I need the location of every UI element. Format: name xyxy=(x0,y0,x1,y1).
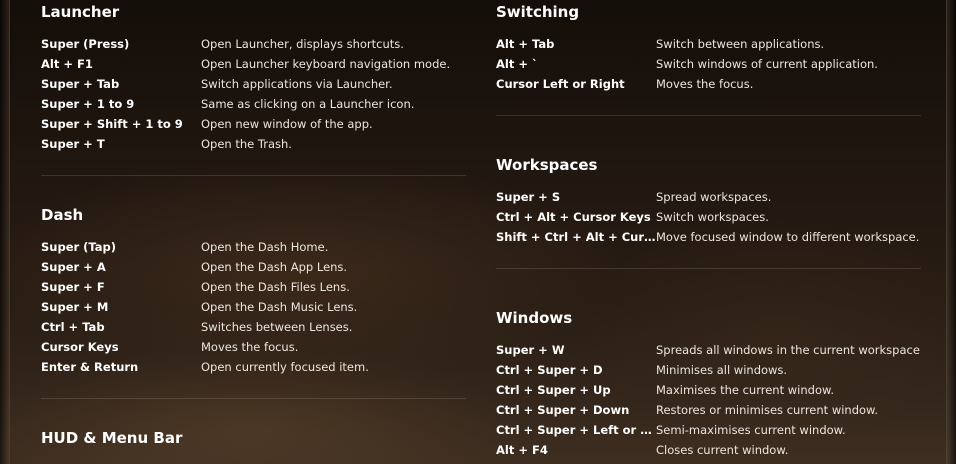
shortcut-key: Ctrl + Super + Left or Ri… xyxy=(496,423,656,437)
shortcut-description: Open the Dash Files Lens. xyxy=(201,280,350,294)
shortcut-description: Restores or minimises current window. xyxy=(656,403,879,417)
section-switching: Switching Alt + Tab Switch between appli… xyxy=(496,0,921,94)
shortcut-key: Super + Tab xyxy=(41,77,120,91)
overlay-right-edge xyxy=(946,0,956,464)
shortcut-key: Shift + Ctrl + Alt + Curs… xyxy=(496,230,656,244)
shortcut-key: Ctrl + Super + Up xyxy=(496,383,611,397)
section-divider xyxy=(496,268,921,269)
shortcut-row: Shift + Ctrl + Alt + Curs… Move focused … xyxy=(496,227,921,247)
shortcut-row: Super + 1 to 9 Same as clicking on a Lau… xyxy=(41,94,466,114)
shortcut-description: Open the Dash App Lens. xyxy=(201,260,348,274)
shortcut-key: Enter & Return xyxy=(41,360,139,374)
shortcut-row: Ctrl + Super + Left or Ri… Semi-maximise… xyxy=(496,420,921,440)
shortcut-description: Maximises the current window. xyxy=(656,383,834,397)
shortcut-row: Super + Tab Switch applications via Laun… xyxy=(41,74,466,94)
shortcut-row: Cursor Keys Moves the focus. xyxy=(41,337,466,357)
section-title-workspaces: Workspaces xyxy=(496,156,598,174)
shortcut-row: Super + Shift + 1 to 9 Open new window o… xyxy=(41,114,466,134)
shortcut-row: Super (Press) Open Launcher, displays sh… xyxy=(41,34,466,54)
shortcut-description: Open the Trash. xyxy=(201,137,292,151)
shortcut-description: Switch applications via Launcher. xyxy=(201,77,393,91)
shortcut-description: Moves the focus. xyxy=(656,77,754,91)
shortcut-key: Ctrl + Tab xyxy=(41,320,105,334)
shortcut-key: Ctrl + Super + D xyxy=(496,363,603,377)
shortcut-key: Super + W xyxy=(496,343,565,357)
section-title-dash: Dash xyxy=(41,206,84,224)
shortcut-row: Super + T Open the Trash. xyxy=(41,134,466,154)
shortcut-key: Super (Tap) xyxy=(41,240,117,254)
shortcut-row: Alt + F4 Closes current window. xyxy=(496,440,921,460)
shortcut-key: Super + M xyxy=(41,300,109,314)
section-title-launcher: Launcher xyxy=(41,3,120,21)
shortcut-row: Super + S Spread workspaces. xyxy=(496,187,921,207)
section-divider xyxy=(496,115,921,116)
shortcut-description: Switch between applications. xyxy=(656,37,825,51)
shortcut-row: Ctrl + Super + Up Maximises the current … xyxy=(496,380,921,400)
shortcut-description: Open new window of the app. xyxy=(201,117,373,131)
shortcut-key: Super + A xyxy=(41,260,106,274)
shortcut-key: Alt + F1 xyxy=(41,57,93,71)
shortcut-key: Ctrl + Super + Down xyxy=(496,403,630,417)
shortcut-description: Move focused window to different workspa… xyxy=(656,230,920,244)
section-title-windows: Windows xyxy=(496,309,573,327)
shortcut-key: Cursor Keys xyxy=(41,340,119,354)
shortcut-key: Super + Shift + 1 to 9 xyxy=(41,117,183,131)
section-windows: Windows Super + W Spreads all windows in… xyxy=(496,306,921,460)
section-hud-menu-bar: HUD & Menu Bar xyxy=(41,426,466,451)
shortcut-row: Ctrl + Alt + Cursor Keys Switch workspac… xyxy=(496,207,921,227)
shortcut-row: Super + A Open the Dash App Lens. xyxy=(41,257,466,277)
shortcut-row: Enter & Return Open currently focused it… xyxy=(41,357,466,377)
shortcut-description: Semi-maximises current window. xyxy=(656,423,846,437)
shortcut-key: Super + S xyxy=(496,190,561,204)
shortcut-key: Alt + Tab xyxy=(496,37,555,51)
shortcut-row: Alt + F1 Open Launcher keyboard navigati… xyxy=(41,54,466,74)
overlay-left-edge xyxy=(0,0,10,464)
section-divider xyxy=(41,398,466,399)
shortcut-description: Open the Dash Home. xyxy=(201,240,329,254)
shortcut-description: Open currently focused item. xyxy=(201,360,369,374)
shortcut-row: Alt + ` Switch windows of current applic… xyxy=(496,54,921,74)
shortcut-description: Closes current window. xyxy=(656,443,789,457)
shortcut-key: Alt + F4 xyxy=(496,443,548,457)
shortcut-row: Super + W Spreads all windows in the cur… xyxy=(496,340,921,360)
shortcut-description: Open Launcher keyboard navigation mode. xyxy=(201,57,451,71)
shortcut-row: Ctrl + Super + Down Restores or minimise… xyxy=(496,400,921,420)
shortcut-description: Switch workspaces. xyxy=(656,210,769,224)
shortcut-row: Super + F Open the Dash Files Lens. xyxy=(41,277,466,297)
shortcut-row: Super + M Open the Dash Music Lens. xyxy=(41,297,466,317)
shortcut-key: Super + F xyxy=(41,280,105,294)
shortcut-description: Open the Dash Music Lens. xyxy=(201,300,358,314)
shortcut-row: Cursor Left or Right Moves the focus. xyxy=(496,74,921,94)
section-launcher: Launcher Super (Press) Open Launcher, di… xyxy=(41,0,466,154)
shortcut-description: Spread workspaces. xyxy=(656,190,772,204)
shortcut-key: Super + 1 to 9 xyxy=(41,97,135,111)
shortcut-key: Alt + ` xyxy=(496,57,538,71)
shortcut-row: Alt + Tab Switch between applications. xyxy=(496,34,921,54)
shortcut-description: Moves the focus. xyxy=(201,340,299,354)
shortcut-description: Switches between Lenses. xyxy=(201,320,353,334)
section-title-switching: Switching xyxy=(496,3,580,21)
section-workspaces: Workspaces Super + S Spread workspaces. … xyxy=(496,153,921,247)
section-divider xyxy=(41,175,466,176)
shortcut-description: Open Launcher, displays shortcuts. xyxy=(201,37,404,51)
shortcut-key: Super + T xyxy=(41,137,105,151)
shortcut-row: Super (Tap) Open the Dash Home. xyxy=(41,237,466,257)
shortcut-row: Ctrl + Tab Switches between Lenses. xyxy=(41,317,466,337)
shortcut-description: Same as clicking on a Launcher icon. xyxy=(201,97,415,111)
section-title-hud: HUD & Menu Bar xyxy=(41,429,183,447)
shortcut-description: Minimises all windows. xyxy=(656,363,788,377)
shortcut-key: Super (Press) xyxy=(41,37,130,51)
shortcut-key: Cursor Left or Right xyxy=(496,77,625,91)
section-dash: Dash Super (Tap) Open the Dash Home. Sup… xyxy=(41,203,466,377)
shortcut-description: Spreads all windows in the current works… xyxy=(656,343,921,357)
shortcut-row: Ctrl + Super + D Minimises all windows. xyxy=(496,360,921,380)
shortcut-key: Ctrl + Alt + Cursor Keys xyxy=(496,210,651,224)
shortcut-description: Switch windows of current application. xyxy=(656,57,878,71)
